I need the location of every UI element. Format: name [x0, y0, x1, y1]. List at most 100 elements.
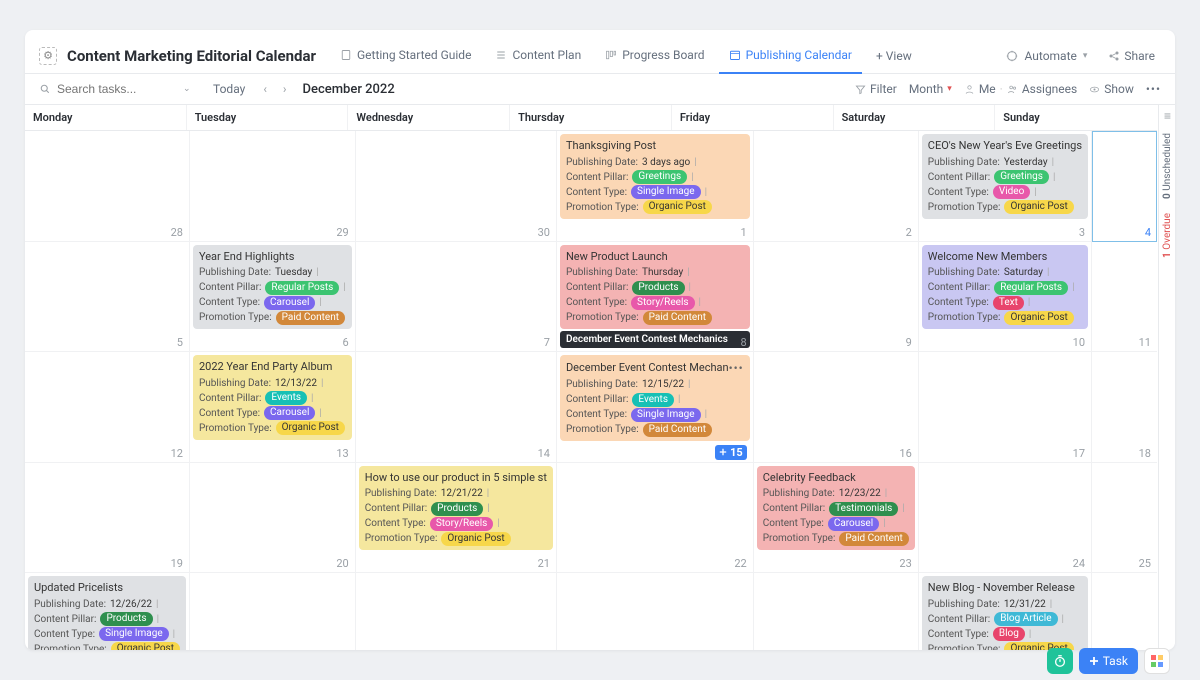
- calendar-cell[interactable]: 2: [754, 131, 919, 242]
- day-number: 28: [171, 226, 183, 239]
- calendar-cell[interactable]: 28: [25, 131, 190, 242]
- field-value: 3 days ago: [642, 155, 690, 170]
- calendar-cell[interactable]: Year End HighlightsPublishing Date: Tues…: [190, 242, 356, 353]
- app-window: ⚙ Content Marketing Editorial Calendar G…: [25, 30, 1175, 650]
- apps-fab[interactable]: [1144, 648, 1170, 650]
- calendar-cell[interactable]: How to use our product in 5 simple stPub…: [356, 463, 557, 574]
- promotion-tag: Organic Post: [1004, 311, 1073, 325]
- day-number: 21: [538, 557, 550, 570]
- card-title: Updated Pricelists: [34, 580, 123, 597]
- automate-button[interactable]: Automate ▾: [996, 44, 1097, 68]
- filter-button[interactable]: Filter: [855, 82, 897, 96]
- card-title: New Product Launch: [566, 249, 668, 266]
- show-button[interactable]: Show: [1089, 82, 1134, 96]
- calendar-cell[interactable]: 20: [190, 463, 356, 574]
- calendar-cell[interactable]: Updated PricelistsPublishing Date: 12/26…: [25, 573, 190, 650]
- calendar-cell[interactable]: 30: [356, 131, 557, 242]
- calendar-cell[interactable]: 16: [754, 352, 919, 463]
- calendar-cell[interactable]: 14: [356, 352, 557, 463]
- calendar-cell[interactable]: 2022 Year End Party AlbumPublishing Date…: [190, 352, 356, 463]
- share-button[interactable]: Share: [1102, 45, 1161, 67]
- task-card-celebrity-feedback[interactable]: Celebrity FeedbackPublishing Date: 12/23…: [757, 466, 915, 551]
- card-more-icon[interactable]: •••: [729, 359, 744, 377]
- day-number: 1: [741, 226, 747, 239]
- calendar-cell[interactable]: 18: [1092, 352, 1157, 463]
- add-view-button[interactable]: + View: [866, 39, 922, 73]
- field-value: 12/26/22: [110, 597, 152, 612]
- prev-month-button[interactable]: ‹: [259, 82, 271, 96]
- tab-label: Publishing Calendar: [746, 48, 852, 62]
- task-card-how-to-use[interactable]: How to use our product in 5 simple stPub…: [359, 466, 553, 551]
- calendar-cell[interactable]: December Event Contest Mechan••• Publishi…: [557, 352, 754, 463]
- day-number: 24: [1073, 557, 1085, 570]
- people-icon: [1007, 84, 1018, 95]
- calendar-cell[interactable]: CEO's New Year's Eve GreetingsPublishing…: [919, 131, 1092, 242]
- calendar-cell[interactable]: 5: [25, 242, 190, 353]
- task-card-party-album[interactable]: 2022 Year End Party AlbumPublishing Date…: [193, 355, 352, 440]
- calendar-cell[interactable]: Celebrity FeedbackPublishing Date: 12/23…: [754, 463, 919, 574]
- field-label: Content Type:: [928, 627, 989, 642]
- calendar-cell[interactable]: 29: [557, 573, 754, 650]
- timer-fab[interactable]: [1047, 648, 1073, 650]
- calendar-cell[interactable]: 4: [1092, 131, 1157, 242]
- calendar-cell[interactable]: 12: [25, 352, 190, 463]
- calendar-cell[interactable]: 22: [557, 463, 754, 574]
- unscheduled-button[interactable]: 0 Unscheduled: [1162, 129, 1173, 203]
- day-number: 11: [1139, 336, 1151, 349]
- pillar-tag: Products: [431, 502, 483, 516]
- task-card-year-end-highlights[interactable]: Year End HighlightsPublishing Date: Tues…: [193, 245, 352, 330]
- task-card-thanksgiving[interactable]: Thanksgiving PostPublishing Date: 3 days…: [560, 134, 750, 219]
- search-box[interactable]: ⌄: [39, 82, 199, 96]
- promotion-tag: Organic Post: [111, 642, 180, 650]
- field-label: Publishing Date:: [566, 377, 638, 392]
- calendar-cell[interactable]: 30: [754, 573, 919, 650]
- view-mode-select[interactable]: Month ▾: [909, 82, 952, 96]
- day-number: 17: [1073, 447, 1085, 460]
- search-input[interactable]: [57, 82, 177, 96]
- tab-getting-started[interactable]: Getting Started Guide: [330, 38, 481, 74]
- calendar-cell[interactable]: 9: [754, 242, 919, 353]
- tab-content-plan[interactable]: Content Plan: [485, 38, 591, 74]
- overflow-task-bar[interactable]: December Event Contest Mechanics: [560, 331, 750, 348]
- field-label: Promotion Type:: [199, 421, 272, 436]
- calendar-cell[interactable]: New Blog - November ReleasePublishing Da…: [919, 573, 1092, 650]
- day-number: 30: [538, 226, 550, 239]
- new-task-fab[interactable]: Task: [1079, 648, 1138, 650]
- field-label: Publishing Date:: [34, 597, 106, 612]
- tab-progress-board[interactable]: Progress Board: [595, 38, 714, 74]
- calendar-cell[interactable]: New Product LaunchPublishing Date: Thurs…: [557, 242, 754, 353]
- task-card-new-blog[interactable]: New Blog - November ReleasePublishing Da…: [922, 576, 1088, 650]
- card-title: December Event Contest Mechan: [566, 360, 729, 377]
- task-card-dec-event[interactable]: December Event Contest Mechan••• Publishi…: [560, 355, 750, 441]
- calendar-cell[interactable]: [1092, 573, 1157, 650]
- task-card-ceo-greetings[interactable]: CEO's New Year's Eve GreetingsPublishing…: [922, 134, 1088, 219]
- next-month-button[interactable]: ›: [279, 82, 291, 96]
- calendar-cell[interactable]: 17: [919, 352, 1092, 463]
- day-number: 7: [544, 336, 550, 349]
- calendar-cell[interactable]: 11: [1092, 242, 1157, 353]
- calendar-cell[interactable]: Thanksgiving PostPublishing Date: 3 days…: [557, 131, 754, 242]
- me-filter-button[interactable]: Me · Assignees: [964, 82, 1077, 96]
- task-card-updated-pricelists[interactable]: Updated PricelistsPublishing Date: 12/26…: [28, 576, 186, 650]
- tab-label: Content Plan: [512, 48, 581, 62]
- pillar-tag: Greetings: [994, 170, 1049, 184]
- calendar-cell[interactable]: 27: [190, 573, 356, 650]
- card-title: Welcome New Members: [928, 249, 1048, 266]
- calendar-cell[interactable]: 24: [919, 463, 1092, 574]
- calendar-cell[interactable]: 19: [25, 463, 190, 574]
- calendar-cell[interactable]: Welcome New MembersPublishing Date: Satu…: [919, 242, 1092, 353]
- overdue-button[interactable]: 1 Overdue: [1162, 209, 1173, 262]
- chevron-down-icon[interactable]: ⌄: [183, 84, 191, 94]
- tab-label: Progress Board: [622, 48, 704, 62]
- calendar-cell[interactable]: 7: [356, 242, 557, 353]
- settings-icon[interactable]: ⚙: [39, 47, 57, 65]
- calendar-cell[interactable]: 29: [190, 131, 356, 242]
- rail-handle-icon[interactable]: ≡: [1164, 109, 1171, 123]
- calendar-cell[interactable]: 28: [356, 573, 557, 650]
- task-card-new-product-launch[interactable]: New Product LaunchPublishing Date: Thurs…: [560, 245, 750, 330]
- calendar-cell[interactable]: 25: [1092, 463, 1157, 574]
- more-menu-button[interactable]: •••: [1146, 82, 1161, 96]
- tab-publishing-calendar[interactable]: Publishing Calendar: [719, 38, 862, 74]
- task-card-welcome-members[interactable]: Welcome New MembersPublishing Date: Satu…: [922, 245, 1088, 330]
- today-button[interactable]: Today: [207, 80, 251, 98]
